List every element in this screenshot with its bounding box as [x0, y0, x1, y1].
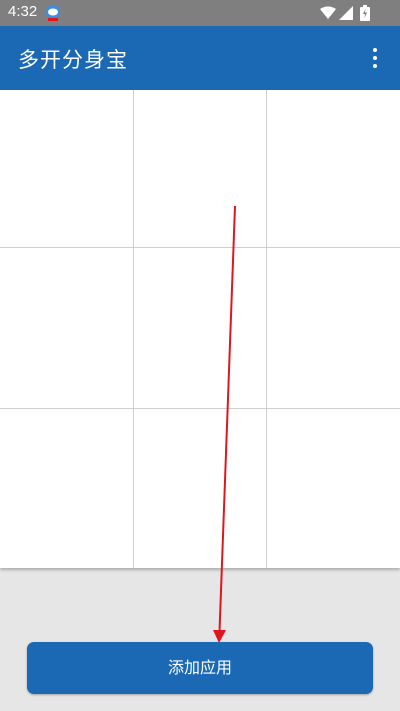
- grid-divider: [0, 247, 400, 248]
- grid-divider: [133, 90, 134, 568]
- battery-icon: [360, 5, 370, 21]
- more-vert-icon[interactable]: [360, 44, 390, 72]
- app-title: 多开分身宝: [18, 48, 128, 72]
- status-bar: 4:32: [0, 0, 400, 26]
- app-grid: [0, 90, 400, 568]
- grid-divider: [266, 90, 267, 568]
- wifi-icon: [320, 6, 336, 19]
- grid-divider: [0, 408, 400, 409]
- notification-app-icon: [46, 5, 60, 21]
- status-time: 4:32: [8, 3, 38, 20]
- add-app-button[interactable]: 添加应用: [27, 642, 373, 694]
- app-bar: 多开分身宝: [0, 26, 400, 90]
- signal-icon: [339, 6, 353, 20]
